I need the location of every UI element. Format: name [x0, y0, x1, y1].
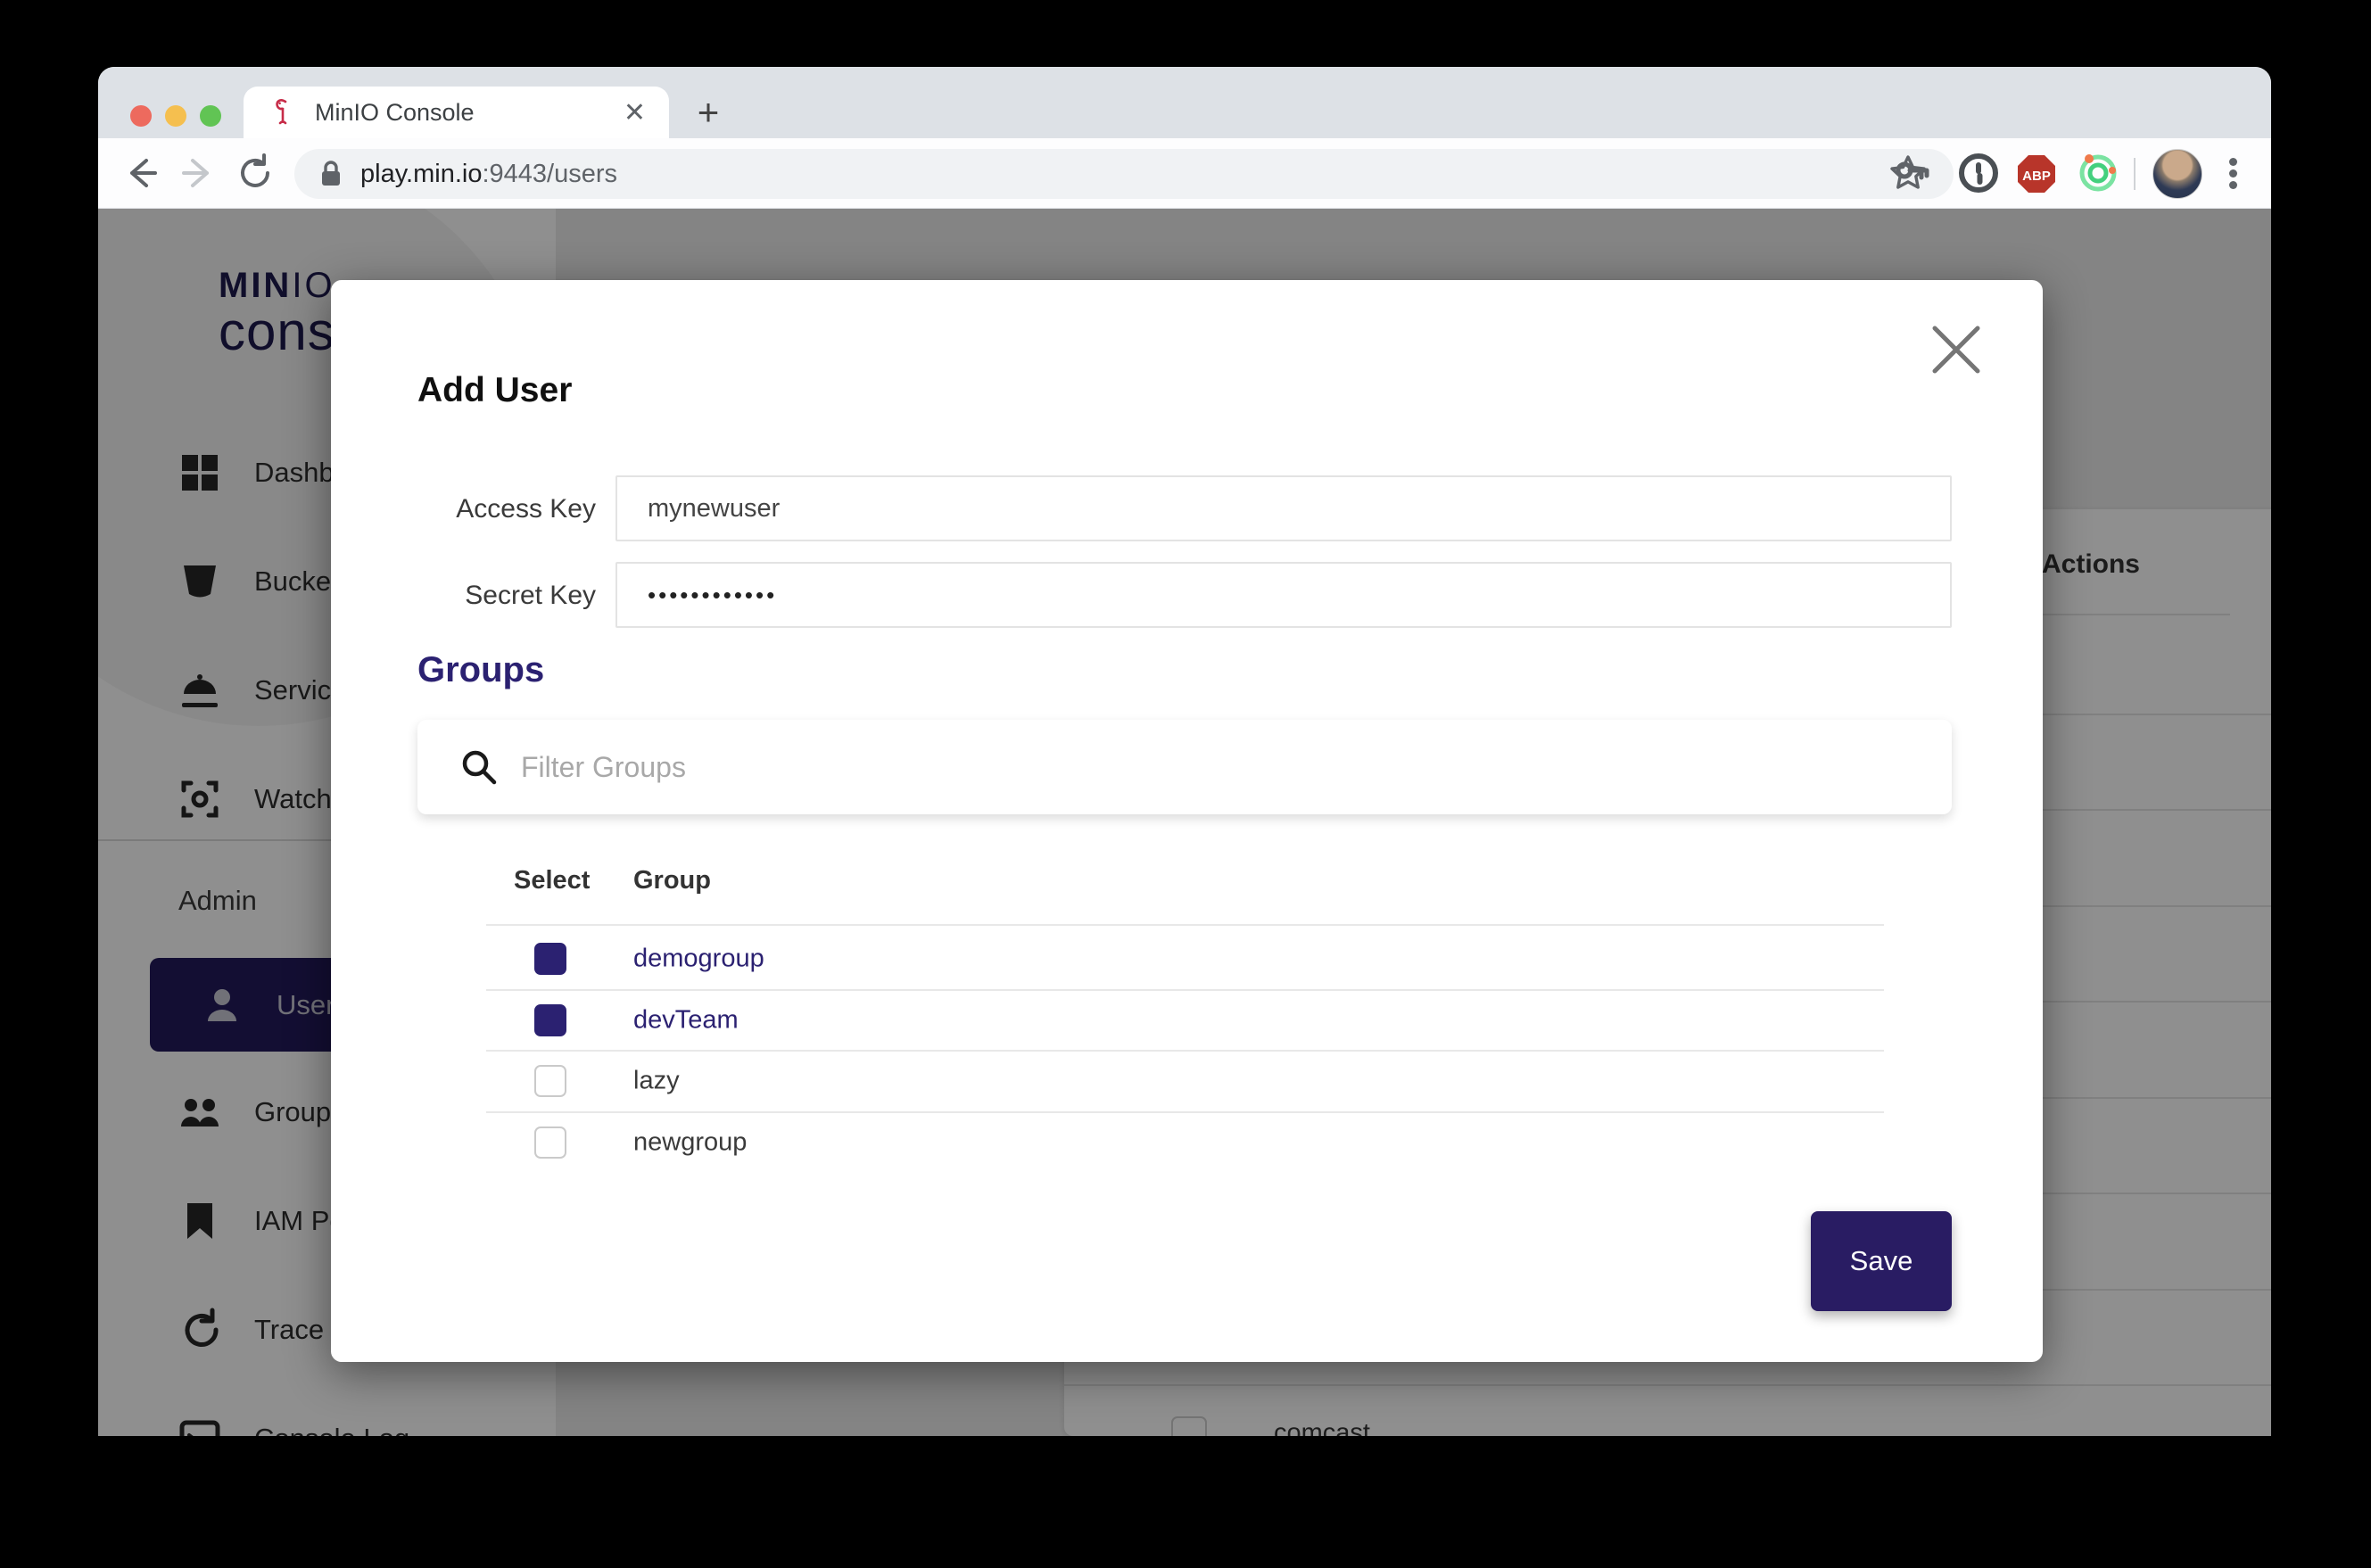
browser-toolbar: play.min.io:9443/users ABP [98, 138, 2271, 209]
group-checkbox[interactable] [534, 1065, 566, 1097]
search-icon [459, 747, 500, 788]
url-path: :9443/users [482, 160, 617, 188]
group-name-link[interactable]: devTeam [633, 1005, 739, 1035]
filter-groups-input[interactable] [519, 750, 1952, 785]
lock-icon[interactable] [318, 159, 344, 189]
group-row: lazy [486, 1052, 1884, 1113]
close-window-button[interactable] [130, 105, 152, 127]
tab-close-icon[interactable]: ✕ [624, 97, 646, 128]
modal-groups-rows: demogroup devTeam lazy newgroup [486, 929, 1884, 1172]
groups-heading: Groups [417, 650, 544, 690]
tab-title: MinIO Console [315, 99, 624, 127]
group-name-link[interactable]: lazy [633, 1067, 680, 1096]
abp-extension-icon[interactable]: ABP [2016, 153, 2057, 194]
url-text: play.min.io:9443/users [360, 160, 1893, 189]
new-tab-button[interactable]: + [692, 97, 724, 129]
screenshot-root: MinIO Console ✕ + play.min.io [0, 0, 2371, 1568]
select-column-header: Select [514, 866, 590, 895]
group-checkbox[interactable] [534, 943, 566, 975]
secret-key-label: Secret Key [417, 581, 596, 611]
profile-avatar[interactable] [2152, 149, 2202, 199]
onepassword-extension-icon[interactable] [1957, 152, 2000, 194]
fullscreen-window-button[interactable] [200, 105, 221, 127]
group-name-link[interactable]: demogroup [633, 945, 764, 974]
filter-groups-card [417, 720, 1952, 814]
groups-header-divider [486, 924, 1884, 926]
abp-label: ABP [2022, 169, 2051, 184]
toolbar-separator [2134, 158, 2136, 190]
group-column-header: Group [633, 866, 711, 895]
group-name-link[interactable]: newgroup [633, 1127, 747, 1157]
access-key-field[interactable] [615, 475, 1952, 541]
add-user-modal: Add User Access Key Secret Key Groups Se… [331, 280, 2043, 1362]
green-extension-icon[interactable] [2077, 152, 2119, 194]
url-host: play.min.io [360, 160, 482, 188]
browser-tab[interactable]: MinIO Console ✕ [244, 87, 669, 138]
group-row: newgroup [486, 1113, 1884, 1173]
modal-title: Add User [417, 371, 572, 410]
back-arrow-icon[interactable] [120, 152, 162, 194]
forward-arrow-icon[interactable] [177, 152, 219, 194]
minimize-window-button[interactable] [165, 105, 186, 127]
save-button[interactable]: Save [1811, 1211, 1952, 1311]
address-bar[interactable]: play.min.io:9443/users [294, 149, 1954, 199]
modal-close-icon[interactable] [1926, 319, 1987, 380]
group-checkbox[interactable] [534, 1126, 566, 1159]
tab-strip: MinIO Console ✕ + [98, 67, 2271, 138]
minio-flamingo-favicon [270, 97, 297, 128]
reload-icon[interactable] [234, 152, 277, 194]
group-row: devTeam [486, 991, 1884, 1052]
access-key-label: Access Key [417, 494, 596, 524]
browser-menu-icon[interactable] [2228, 154, 2237, 194]
browser-window: MinIO Console ✕ + play.min.io [98, 67, 2271, 1436]
group-row: demogroup [486, 929, 1884, 991]
bookmark-star-icon[interactable] [1887, 152, 1929, 194]
secret-key-field[interactable] [615, 562, 1952, 628]
group-checkbox[interactable] [534, 1004, 566, 1036]
